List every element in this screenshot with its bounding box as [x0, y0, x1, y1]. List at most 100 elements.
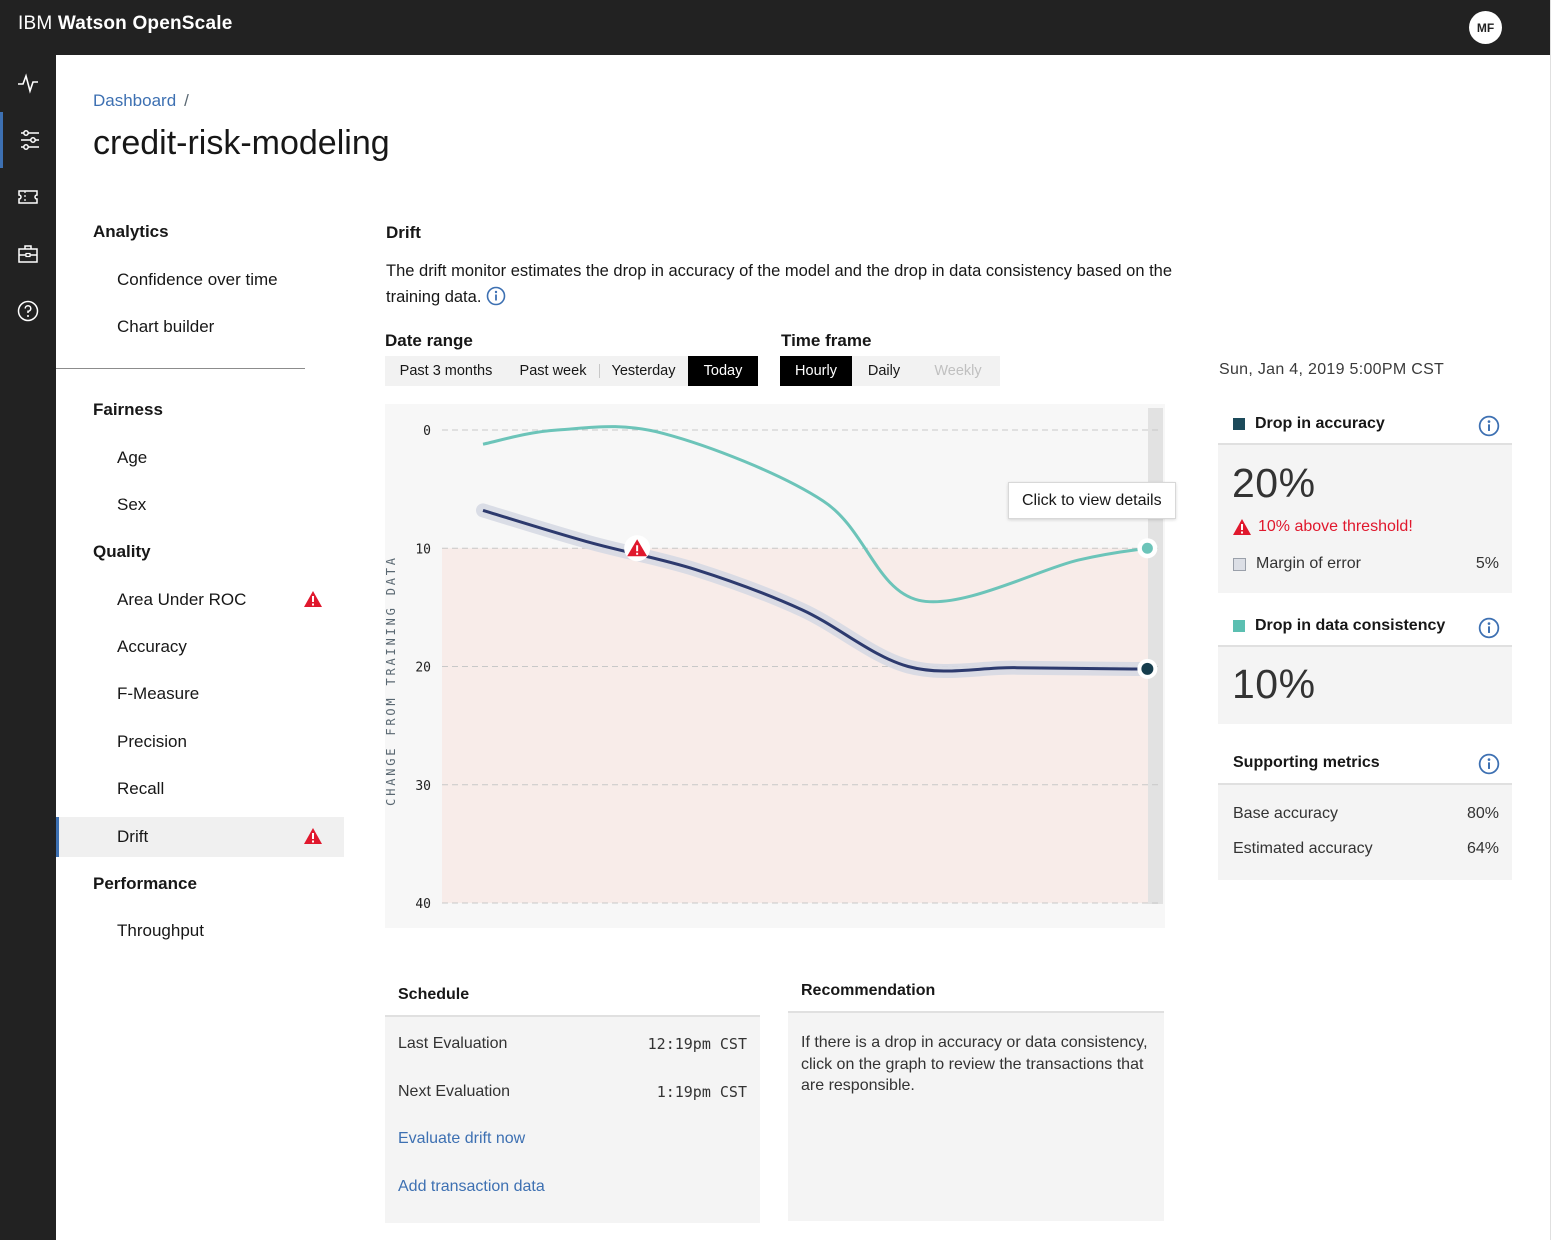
panel-header: Schedule — [385, 975, 760, 1017]
nav-group-performance: Performance — [93, 874, 197, 893]
nav-item-age[interactable]: Age — [56, 438, 344, 478]
nav-divider — [56, 368, 305, 369]
option-label: Past week — [519, 363, 587, 379]
accuracy-endpoint — [1141, 662, 1154, 675]
nav-item-label: Drift — [117, 827, 149, 846]
next-evaluation-value: 1:19pm CST — [656, 1083, 747, 1101]
warning-icon-dot — [636, 552, 639, 555]
y-tick-label: 40 — [415, 897, 431, 912]
nav-group-analytics: Analytics — [93, 222, 169, 241]
accuracy-swatch — [1233, 418, 1245, 430]
metric-row: Base accuracy 80% — [1233, 805, 1499, 823]
next-evaluation-label: Next Evaluation — [398, 1083, 511, 1100]
sliders-icon — [20, 130, 39, 150]
alert-text: 10% above threshold! — [1258, 518, 1413, 535]
time-frame-daily[interactable]: Daily — [852, 356, 916, 386]
time-frame-weekly: Weekly — [916, 356, 1000, 386]
evaluate-drift-now-link[interactable]: Evaluate drift now — [398, 1130, 525, 1148]
date-range-yesterday[interactable]: Yesterday — [599, 356, 688, 386]
y-tick-label: 10 — [415, 542, 431, 557]
nav-item-drift[interactable]: Drift — [56, 817, 344, 857]
option-label: Weekly — [934, 363, 982, 379]
y-tick-label: 0 — [423, 424, 431, 439]
rail-sliders-button[interactable] — [0, 112, 56, 168]
info-icon[interactable] — [486, 286, 506, 306]
schedule-panel: Schedule Last Evaluation 12:19pm CST Nex… — [385, 975, 760, 1223]
brand-product: Watson OpenScale — [57, 13, 233, 34]
user-avatar[interactable]: MF — [1469, 11, 1502, 44]
y-tick-label: 30 — [415, 779, 431, 794]
last-evaluation-row: Last Evaluation 12:19pm CST — [398, 1035, 747, 1053]
nav-item-precision[interactable]: Precision — [56, 722, 344, 762]
toolbox-icon — [18, 245, 38, 263]
time-frame-label: Time frame — [781, 331, 872, 350]
nav-item-f-measure[interactable]: F-Measure — [56, 674, 344, 714]
option-label: Today — [703, 363, 743, 379]
last-evaluation-value: 12:19pm CST — [647, 1035, 747, 1053]
breadcrumb-dashboard-link[interactable]: Dashboard — [93, 91, 176, 110]
nav-item-chart-builder[interactable]: Chart builder — [56, 307, 344, 347]
nav-item-throughput[interactable]: Throughput — [56, 911, 344, 951]
card-header: Supporting metrics — [1218, 743, 1512, 785]
warning-icon — [304, 828, 322, 844]
rail-toolbox-button[interactable] — [0, 226, 56, 282]
metric-value: 80% — [1466, 805, 1499, 822]
left-rail — [0, 55, 56, 1240]
option-label: Hourly — [795, 363, 837, 379]
top-bar: IBM Watson OpenScale MF — [0, 0, 1550, 55]
date-range-switcher: Past 3 months Past week Yesterday Today — [385, 356, 758, 386]
y-axis-label: CHANGE FROM TRAINING DATA — [385, 555, 398, 806]
rail-help-button[interactable] — [0, 283, 56, 339]
metric-row: Estimated accuracy 64% — [1233, 840, 1499, 858]
warning-icon — [304, 591, 322, 607]
nav-item-confidence-over-time[interactable]: Confidence over time — [56, 260, 344, 300]
rail-activity-button[interactable] — [0, 55, 56, 111]
consistency-swatch — [1233, 620, 1245, 632]
card-title: Supporting metrics — [1233, 754, 1380, 771]
nav-item-area-under-roc[interactable]: Area Under ROC — [56, 580, 344, 620]
option-label: Yesterday — [611, 363, 676, 379]
card-header: Drop in accuracy — [1218, 405, 1512, 445]
nav-group-quality: Quality — [93, 542, 151, 561]
option-divider — [599, 364, 600, 378]
app-brand[interactable]: IBM Watson OpenScale — [18, 13, 232, 35]
metric-label: Estimated accuracy — [1233, 840, 1373, 857]
info-icon[interactable] — [1478, 415, 1500, 437]
brand-ibm: IBM — [18, 13, 53, 34]
supporting-metrics-card: Supporting metrics Base accuracy 80% Est… — [1218, 743, 1512, 880]
margin-value: 5% — [1475, 555, 1499, 572]
date-range-today[interactable]: Today — [688, 356, 758, 386]
warning-icon-bar — [636, 545, 639, 552]
chart-tooltip[interactable]: Click to view details — [1008, 482, 1176, 519]
option-label: Daily — [867, 363, 901, 379]
warning-icon — [1233, 519, 1251, 535]
nav-item-label: Area Under ROC — [117, 590, 247, 609]
panel-header: Recommendation — [788, 971, 1164, 1013]
margin-label-group: Margin of error — [1233, 555, 1361, 573]
window-edge — [1550, 0, 1556, 1240]
time-frame-hourly[interactable]: Hourly — [780, 356, 852, 386]
metric-value: 64% — [1466, 840, 1499, 857]
last-evaluation-label: Last Evaluation — [398, 1035, 508, 1052]
nav-item-recall[interactable]: Recall — [56, 769, 344, 809]
date-range-label: Date range — [385, 331, 473, 350]
margin-label: Margin of error — [1256, 555, 1361, 572]
info-icon[interactable] — [1478, 753, 1500, 775]
section-title: Drift — [386, 223, 421, 242]
date-range-past-week[interactable]: Past week — [507, 356, 599, 386]
drop-in-accuracy-card[interactable]: Drop in accuracy 20% 10% above threshold… — [1218, 405, 1512, 593]
nav-group-fairness: Fairness — [93, 400, 163, 419]
date-range-past-3-months[interactable]: Past 3 months — [385, 356, 507, 386]
nav-item-accuracy[interactable]: Accuracy — [56, 627, 344, 667]
time-frame-switcher: Hourly Daily Weekly — [780, 356, 1000, 386]
page-title: credit-risk-modeling — [93, 124, 390, 162]
panel-title: Schedule — [398, 986, 470, 1003]
info-icon[interactable] — [1478, 617, 1500, 639]
add-transaction-data-link[interactable]: Add transaction data — [398, 1178, 545, 1196]
metric-label: Base accuracy — [1233, 805, 1338, 822]
drop-in-data-consistency-card[interactable]: Drop in data consistency 10% — [1218, 607, 1512, 724]
accuracy-drop-value: 20% — [1232, 460, 1316, 506]
rail-ticket-button[interactable] — [0, 169, 56, 225]
nav-item-sex[interactable]: Sex — [56, 485, 344, 525]
recommendation-text: If there is a drop in accuracy or data c… — [801, 1034, 1148, 1094]
